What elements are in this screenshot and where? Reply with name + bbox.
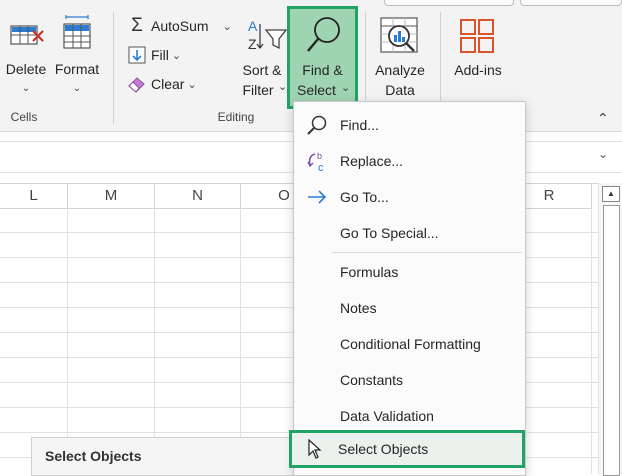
magnifier-icon	[294, 114, 340, 136]
menu-item-label: Data Validation	[340, 408, 434, 424]
column-header-l[interactable]: L	[0, 184, 68, 209]
eraser-icon	[127, 74, 147, 94]
find-select-label-line2: Select	[297, 82, 336, 98]
grid-vline	[154, 208, 155, 474]
cells-group-label: Cells	[10, 110, 38, 124]
autosum-button[interactable]: Σ AutoSum ⌄	[127, 15, 232, 37]
fill-label: Fill	[151, 47, 169, 63]
svg-text:c: c	[318, 162, 324, 173]
menu-item-go-to-special[interactable]: Go To Special...	[294, 215, 525, 251]
tooltip-title: Select Objects	[45, 448, 142, 464]
scroll-thumb[interactable]	[603, 205, 620, 476]
menu-item-constants[interactable]: Constants	[294, 362, 525, 398]
clear-label: Clear	[151, 76, 185, 92]
menu-item-go-to[interactable]: Go To...	[294, 179, 525, 215]
cursor-arrow-icon	[292, 439, 338, 459]
group-separator	[113, 12, 114, 124]
sort-filter-label-line2: Filter	[242, 82, 274, 98]
group-separator	[440, 12, 441, 112]
menu-item-label: Go To Special...	[340, 225, 439, 241]
fill-button[interactable]: Fill ⌄	[127, 44, 181, 66]
menu-item-label: Notes	[340, 300, 377, 316]
addins-label: Add-ins	[454, 62, 502, 78]
clear-button[interactable]: Clear ⌄	[127, 73, 197, 95]
addins-button[interactable]: Add-ins	[447, 14, 509, 104]
menu-item-label: Go To...	[340, 189, 389, 205]
delete-cells-icon	[10, 20, 46, 55]
sigma-icon: Σ	[131, 15, 143, 36]
menu-item-conditional-formatting[interactable]: Conditional Formatting	[294, 326, 525, 362]
chevron-down-icon: ⌄	[72, 83, 82, 94]
chevron-down-icon: ⌄	[222, 20, 232, 33]
format-label: Format	[54, 61, 100, 77]
menu-item-label: Formulas	[340, 264, 399, 280]
svg-text:b: b	[317, 151, 322, 161]
find-select-label-line1: Find &	[302, 62, 343, 78]
fill-down-icon	[127, 45, 147, 65]
menu-item-formulas[interactable]: Formulas	[294, 254, 525, 290]
sort-filter-label-line1: Sort &	[242, 62, 282, 78]
chevron-down-icon: ⌄	[21, 83, 31, 94]
menu-item-label: Constants	[340, 372, 404, 388]
scroll-up-icon[interactable]: ▲	[602, 186, 620, 202]
group-separator	[365, 12, 366, 112]
grid-vline	[67, 208, 68, 474]
analyze-label-line2: Data	[385, 82, 415, 98]
svg-text:A: A	[248, 18, 258, 34]
analyze-data-icon	[379, 16, 421, 61]
column-header-m[interactable]: M	[68, 184, 155, 209]
analyze-label-line1: Analyze	[375, 62, 425, 78]
menu-item-label: Conditional Formatting	[340, 336, 481, 352]
autosum-label: AutoSum	[151, 18, 209, 34]
arrow-right-icon	[294, 190, 340, 204]
chevron-down-icon: ⌄	[341, 82, 351, 94]
menu-item-notes[interactable]: Notes	[294, 290, 525, 326]
analyze-data-button[interactable]: Analyze Data	[370, 14, 430, 104]
menu-item-select-objects[interactable]: Select Objects	[289, 430, 525, 468]
replace-icon: bc	[294, 149, 340, 173]
format-cells-icon	[60, 14, 94, 55]
grid-vline	[591, 208, 592, 474]
select-objects-tooltip: Select Objects	[31, 437, 295, 476]
ribbon-top-button[interactable]	[384, 0, 514, 6]
sort-filter-button[interactable]: A Z Sort & Filter ⌄	[242, 14, 290, 104]
menu-item-label: Replace...	[340, 153, 404, 169]
collapse-ribbon-icon[interactable]: ⌃	[597, 110, 609, 127]
magnifier-icon	[305, 15, 343, 62]
menu-item-find[interactable]: Find...	[294, 107, 525, 143]
addins-grid-icon	[459, 18, 497, 59]
menu-item-label: Select Objects	[338, 441, 429, 457]
expand-formula-bar-icon[interactable]: ⌄	[598, 147, 608, 161]
vertical-scrollbar[interactable]: ▲	[598, 183, 622, 476]
menu-item-label: Find...	[340, 117, 379, 133]
find-select-menu: Find... bc Replace... Go To... Go To Spe…	[293, 101, 526, 476]
format-button[interactable]: Format ⌄	[52, 12, 102, 104]
menu-item-replace[interactable]: bc Replace...	[294, 143, 525, 179]
grid-vline	[240, 208, 241, 474]
editing-group-label: Editing	[217, 110, 255, 124]
chevron-down-icon: ⌄	[171, 49, 182, 62]
delete-label: Delete	[5, 61, 47, 77]
menu-item-data-validation[interactable]: Data Validation	[294, 398, 525, 434]
sort-filter-icon: A Z	[246, 16, 290, 59]
find-select-button[interactable]: Find & Select ⌄	[287, 6, 358, 109]
ribbon-top-button[interactable]	[520, 0, 622, 6]
column-header-n[interactable]: N	[155, 184, 241, 209]
svg-text:Z: Z	[248, 36, 257, 52]
delete-button[interactable]: Delete ⌄	[4, 12, 48, 104]
chevron-down-icon: ⌄	[187, 78, 197, 91]
menu-separator	[332, 252, 522, 253]
